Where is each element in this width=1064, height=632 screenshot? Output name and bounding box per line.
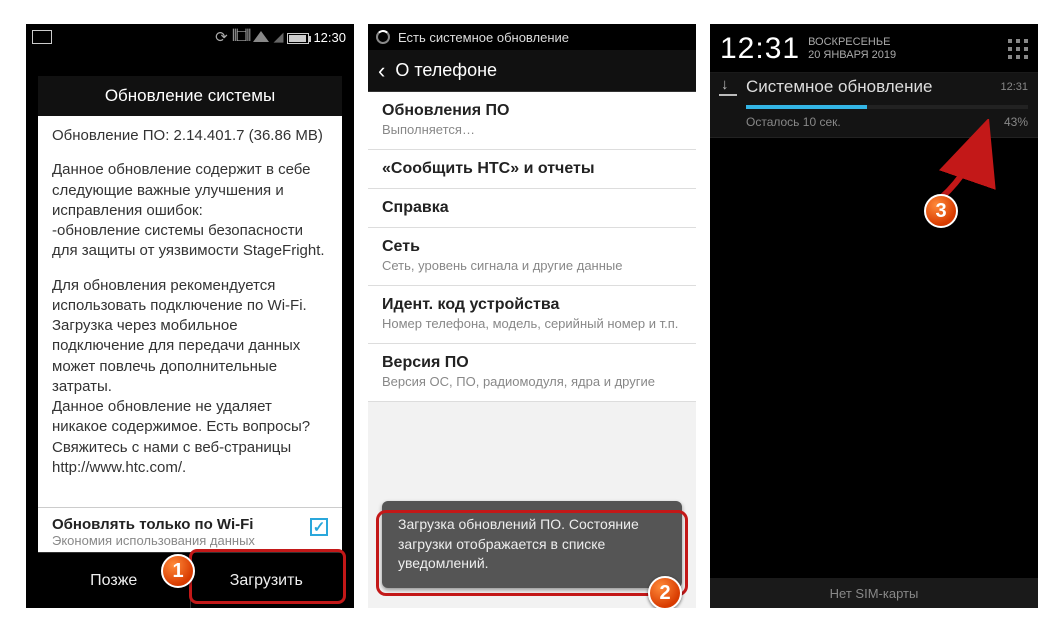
list-item-title: Сеть (382, 238, 682, 256)
wifi-icon (253, 30, 269, 44)
list-item-software-updates[interactable]: Обновления ПО Выполняется… (368, 92, 696, 150)
list-item-software-version[interactable]: Версия ПО Версия ОС, ПО, радиомодуля, яд… (368, 344, 696, 402)
list-item-help[interactable]: Справка (368, 189, 696, 228)
list-item-subtitle: Сеть, уровень сигнала и другие данные (382, 258, 682, 275)
header-title: О телефоне (395, 60, 497, 81)
status-text: Есть системное обновление (398, 30, 569, 45)
status-bar: ⟳ ⦀□⦀ ◢ 12:30 (26, 24, 354, 50)
phone-3-notification-shade: 12:31 ВОСКРЕСЕНЬЕ 20 ЯНВАРЯ 2019 Системн… (710, 24, 1038, 608)
list-item-subtitle: Номер телефона, модель, серийный номер и… (382, 316, 682, 333)
status-bar: Есть системное обновление (368, 24, 696, 50)
annotation-badge-2: 2 (648, 576, 682, 608)
settings-header: ‹ О телефоне (368, 50, 696, 92)
list-item-title: Обновления ПО (382, 102, 682, 120)
annotation-badge-3: 3 (924, 194, 958, 228)
list-item-network[interactable]: Сеть Сеть, уровень сигнала и другие данн… (368, 228, 696, 286)
dialog-title: Обновление системы (38, 76, 342, 116)
sync-icon: ⟳ (215, 28, 228, 46)
notification-system-update[interactable]: Системное обновление 12:31 Осталось 10 с… (710, 73, 1038, 138)
quick-settings-icon[interactable] (1008, 39, 1028, 59)
no-sim-footer: Нет SIM-карты (710, 578, 1038, 608)
clock: 12:31 (720, 32, 800, 66)
changelog-paragraph: Данное обновление содержит в себе следую… (52, 160, 328, 261)
phone-2-about-phone: Есть системное обновление ‹ О телефоне О… (368, 24, 696, 608)
cascade-windows-icon (34, 32, 52, 44)
list-item-subtitle: Версия ОС, ПО, радиомодуля, ядра и други… (382, 374, 682, 391)
list-item-title: «Сообщить HTC» и отчеты (382, 160, 682, 178)
time-remaining: Осталось 10 сек. (746, 115, 841, 129)
notification-title: Системное обновление (746, 77, 932, 97)
vibrate-icon: ⦀□⦀ (232, 28, 250, 46)
notification-time: 12:31 (1000, 81, 1028, 93)
back-icon[interactable]: ‹ (378, 58, 385, 84)
day-of-week: ВОСКРЕСЕНЬЕ (808, 36, 896, 49)
download-progress-bar (746, 105, 1028, 109)
list-item-tell-htc[interactable]: «Сообщить HTC» и отчеты (368, 150, 696, 189)
status-time: 12:30 (313, 30, 346, 45)
date: 20 ЯНВАРЯ 2019 (808, 49, 896, 62)
wifi-only-checkbox[interactable]: ✓ (310, 518, 328, 536)
version-line: Обновление ПО: 2.14.401.7 (36.86 MB) (52, 126, 328, 146)
info-paragraph: Для обновления рекомендуется использоват… (52, 276, 328, 479)
update-dialog: Обновление системы Обновление ПО: 2.14.4… (38, 76, 342, 608)
battery-icon (287, 33, 309, 44)
list-item-subtitle: Выполняется… (382, 122, 682, 139)
list-item-title: Версия ПО (382, 354, 682, 372)
list-item-title: Идент. код устройства (382, 296, 682, 314)
annotation-badge-1: 1 (161, 554, 195, 588)
toast-message: Загрузка обновлений ПО. Состояние загруз… (382, 501, 682, 588)
download-icon (720, 79, 736, 95)
spinner-icon (376, 30, 390, 44)
download-button[interactable]: Загрузить (190, 552, 343, 608)
wifi-only-title: Обновлять только по Wi-Fi (52, 516, 255, 533)
shade-header: 12:31 ВОСКРЕСЕНЬЕ 20 ЯНВАРЯ 2019 (710, 24, 1038, 73)
list-item-device-id[interactable]: Идент. код устройства Номер телефона, мо… (368, 286, 696, 344)
about-phone-list[interactable]: Обновления ПО Выполняется… «Сообщить HTC… (368, 92, 696, 608)
phone-1-system-update-dialog: ⟳ ⦀□⦀ ◢ 12:30 Обновление системы Обновле… (26, 24, 354, 608)
dialog-body[interactable]: Обновление ПО: 2.14.401.7 (36.86 MB) Дан… (38, 116, 342, 507)
percent-label: 43% (1004, 115, 1028, 129)
wifi-only-subtitle: Экономия использования данных (52, 533, 255, 548)
wifi-only-row[interactable]: Обновлять только по Wi-Fi Экономия испол… (38, 507, 342, 552)
list-item-title: Справка (382, 199, 682, 217)
signal-icon: ◢ (273, 29, 283, 45)
